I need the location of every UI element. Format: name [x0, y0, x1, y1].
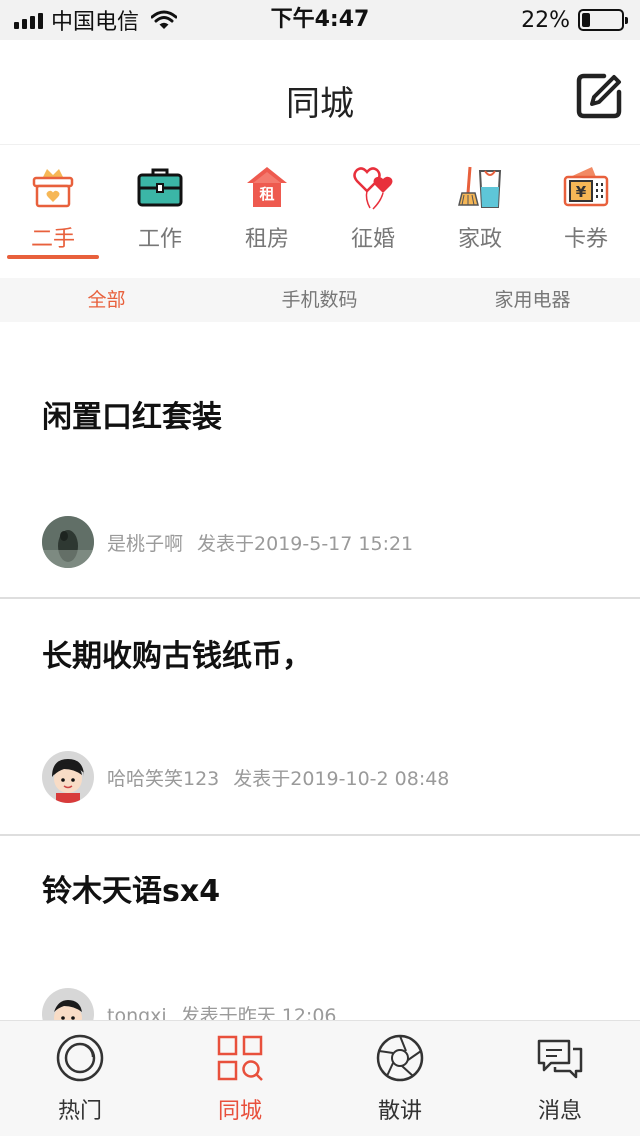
category-label: 家政: [457, 227, 502, 252]
post-title: 铃木天语sx4: [42, 874, 221, 909]
post-time: 发表于2019-10-2 08:48: [233, 767, 450, 790]
category-secondhand[interactable]: 二手: [0, 145, 106, 267]
post-item[interactable]: 长期收购古钱纸币， 哈哈笑笑123 发表于2019-10-2 08:48: [0, 599, 640, 836]
post-author: 是桃子啊: [107, 532, 184, 555]
avatar[interactable]: [42, 988, 94, 1020]
chat-bubbles-icon: [537, 1039, 583, 1079]
avatar[interactable]: [42, 516, 94, 568]
briefcase-icon: [137, 168, 183, 207]
category-label: 征婚: [350, 227, 395, 252]
category-label: 租房: [244, 227, 289, 252]
category-work[interactable]: 工作: [107, 145, 213, 267]
battery-level: [582, 13, 590, 27]
battery-icon: [578, 9, 628, 31]
active-category-underline: [7, 255, 99, 259]
hearts-balloon-icon: [353, 167, 393, 210]
post-meta: tongxi 发表于昨天 12:06: [42, 988, 337, 1020]
tab-hot[interactable]: 热门: [0, 1021, 160, 1136]
tab-label: 消息: [537, 1099, 582, 1124]
post-author: 哈哈笑笑123: [107, 767, 220, 790]
post-meta: 哈哈笑笑123 发表于2019-10-2 08:48: [42, 751, 449, 803]
post-item[interactable]: 闲置口红套装 是桃子啊 发表于2019-5-17 15:21: [0, 322, 640, 599]
post-meta: 是桃子啊 发表于2019-5-17 15:21: [42, 516, 413, 568]
tab-local[interactable]: 同城: [160, 1021, 320, 1136]
broom-bucket-icon: [458, 166, 502, 208]
status-bar: 中国电信 下午4:47 22%: [0, 0, 640, 40]
sub-tab-all[interactable]: 全部: [0, 278, 213, 322]
tab-label: 散讲: [377, 1099, 422, 1124]
sub-tab-appliances[interactable]: 家用电器: [426, 278, 639, 322]
post-meta-text: 哈哈笑笑123 发表于2019-10-2 08:48: [107, 764, 449, 791]
category-match[interactable]: 征婚: [320, 145, 426, 267]
page-title: 同城: [286, 84, 354, 124]
house-badge: 租: [259, 185, 274, 203]
sub-tab-phones[interactable]: 手机数码: [213, 278, 426, 322]
post-title: 长期收购古钱纸币，: [42, 639, 312, 674]
nav-bar: 同城: [0, 40, 640, 144]
ticket-icon: ¥: [563, 167, 609, 207]
battery-percent: 22%: [521, 7, 570, 33]
category-label: 二手: [30, 227, 75, 252]
house-icon: 租: [247, 167, 287, 207]
post-meta-text: 是桃子啊 发表于2019-5-17 15:21: [107, 529, 413, 556]
post-meta-text: tongxi 发表于昨天 12:06: [107, 1001, 337, 1021]
category-row: 二手 工作 租 租房 征婚 家政 ¥ 卡券: [0, 144, 640, 266]
post-feed[interactable]: 闲置口红套装 是桃子啊发表于2019-5-17 15:21 长期收购古钱纸币，: [0, 322, 640, 1020]
aperture-icon: [376, 1034, 424, 1082]
avatar[interactable]: [42, 751, 94, 803]
edit-icon[interactable]: [574, 70, 626, 122]
category-housekeeping[interactable]: 家政: [427, 145, 533, 267]
category-label: 工作: [137, 227, 182, 252]
secondhand-basket-icon: [32, 169, 74, 208]
ticket-badge: ¥: [576, 183, 587, 201]
circle-lens-icon: [56, 1034, 104, 1082]
category-rent[interactable]: 租 租房: [214, 145, 320, 267]
post-time: 发表于昨天 12:06: [180, 1004, 337, 1021]
grid-search-icon: [217, 1035, 263, 1081]
category-label: 卡券: [563, 227, 608, 252]
tab-label: 同城: [217, 1099, 262, 1124]
post-author: tongxi: [107, 1004, 167, 1021]
bottom-tab-bar: 热门 同城 散讲 消息: [0, 1020, 640, 1136]
tab-messages[interactable]: 消息: [480, 1021, 640, 1136]
tab-label: 热门: [57, 1099, 102, 1124]
tab-talk[interactable]: 散讲: [320, 1021, 480, 1136]
post-time: 发表于2019-5-17 15:21: [197, 532, 414, 555]
post-title: 闲置口红套装: [42, 400, 222, 435]
category-coupon[interactable]: ¥ 卡券: [533, 145, 639, 267]
sub-tab-bar: 全部 手机数码 家用电器: [0, 278, 640, 322]
status-right: 22%: [521, 6, 628, 34]
post-item[interactable]: 铃木天语sx4 tongxi 发表于昨天 12:06: [0, 836, 640, 1020]
